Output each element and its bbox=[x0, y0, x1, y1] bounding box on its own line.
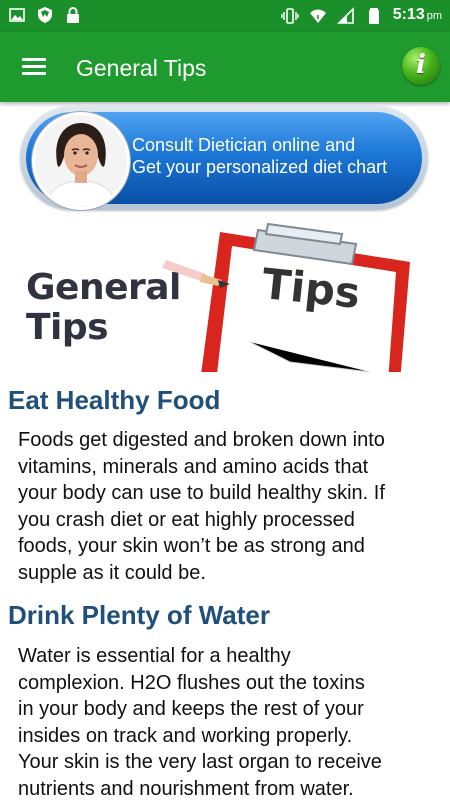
section-heading: Eat Healthy Food bbox=[8, 385, 221, 415]
gallery-icon bbox=[9, 8, 25, 22]
page-title: General Tips bbox=[76, 55, 207, 81]
lock-icon bbox=[67, 7, 79, 23]
hero-title: General Tips bbox=[26, 267, 181, 348]
shield-icon bbox=[38, 7, 52, 23]
consult-dietician-banner[interactable]: Consult Dietician online and Get your pe… bbox=[20, 106, 428, 210]
section-body: Foods get digested and broken down into … bbox=[18, 429, 385, 584]
signal-icon bbox=[336, 6, 354, 24]
section-heading: Drink Plenty of Water bbox=[8, 600, 270, 630]
vibrate-icon bbox=[280, 7, 299, 24]
status-bar: 5:13 pm bbox=[0, 0, 450, 32]
app-bar: General Tips i bbox=[0, 32, 450, 102]
section-body: Water is essential for a healthy complex… bbox=[18, 645, 382, 800]
hero-image: General Tips Tips bbox=[0, 214, 450, 372]
clipboard-tips-text: Tips bbox=[259, 259, 363, 318]
promo-line-1: Consult Dietician online and bbox=[132, 135, 356, 155]
clock: 5:13 pm bbox=[392, 6, 442, 23]
content-scroll[interactable]: Consult Dietician online and Get your pe… bbox=[0, 102, 450, 800]
promo-line-2: Get your personalized diet chart bbox=[132, 157, 388, 177]
wifi-icon bbox=[309, 9, 326, 23]
battery-icon bbox=[368, 7, 379, 24]
hamburger-menu-icon[interactable] bbox=[18, 50, 50, 82]
info-icon[interactable]: i bbox=[402, 47, 440, 85]
dietician-avatar bbox=[32, 112, 130, 210]
